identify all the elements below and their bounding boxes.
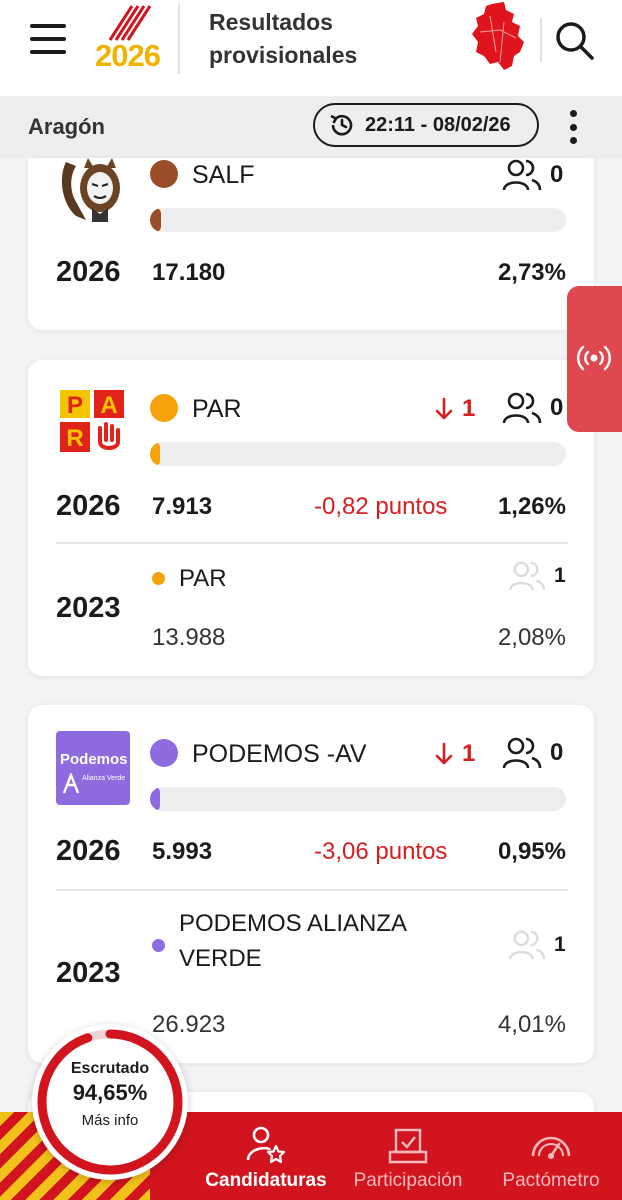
previous-seats: 1 xyxy=(508,560,566,592)
people-icon xyxy=(508,930,546,960)
header-divider-2 xyxy=(540,18,542,62)
party-color-dot xyxy=(152,939,165,952)
region-name: Aragón xyxy=(28,114,105,139)
party-name: PODEMOS -AV xyxy=(192,740,367,768)
scrutiny-badge[interactable]: Escrutado 94,65% Más info xyxy=(32,1024,188,1180)
previous-seats: 1 xyxy=(508,929,566,961)
seats-count: 0 xyxy=(502,391,563,425)
logo-subtitle: Alianza Verde xyxy=(82,775,126,782)
history-icon xyxy=(330,114,353,136)
ballot-box-icon xyxy=(388,1128,428,1164)
svg-text:A: A xyxy=(100,392,117,419)
party-card-par[interactable]: P A R PAR 1 0 2026 7.913 -0,82 puntos 1,… xyxy=(28,360,594,676)
result-year: 2026 xyxy=(56,256,121,288)
live-updates-tab[interactable] xyxy=(567,286,622,432)
aragon-map-icon[interactable] xyxy=(470,2,526,70)
arrow-down-icon xyxy=(435,397,453,420)
previous-year: 2023 xyxy=(56,592,121,624)
vote-bar xyxy=(150,787,566,811)
page-title: Resultados provisionales xyxy=(209,9,358,69)
seat-change: 1 xyxy=(434,395,475,423)
arrow-down-icon xyxy=(435,742,453,765)
svg-text:R: R xyxy=(66,425,83,452)
party-name: PAR xyxy=(192,395,242,423)
vote-count: 7.913 xyxy=(152,493,213,520)
candidates-icon xyxy=(246,1126,286,1164)
party-color-dot xyxy=(150,739,178,767)
nav-candidaturas[interactable]: Candidaturas xyxy=(202,1112,330,1200)
divider xyxy=(56,889,568,891)
header-divider xyxy=(178,4,180,74)
vote-percent: 1,26% xyxy=(497,493,566,520)
vote-percent: 0,95% xyxy=(497,838,566,865)
previous-percent: 2,08% xyxy=(497,624,566,651)
vote-bar xyxy=(150,442,566,466)
people-icon xyxy=(508,561,546,591)
party-logo-podemos: Podemos Alianza Verde xyxy=(56,731,130,805)
vote-percent: 2,73% xyxy=(497,259,566,286)
gauge-icon xyxy=(531,1136,571,1159)
logo-year: 2026 xyxy=(95,38,161,73)
vote-bar-fill xyxy=(150,787,160,811)
people-icon xyxy=(502,159,542,191)
top-bar: 2026 Resultados provisionales xyxy=(0,0,622,96)
timestamp-selector[interactable]: 22:11 - 08/02/26 xyxy=(313,103,539,147)
previous-percent: 4,01% xyxy=(497,1011,566,1038)
party-name: SALF xyxy=(192,161,255,189)
people-icon xyxy=(502,392,542,424)
scrutiny-percent: 94,65% xyxy=(72,1080,148,1105)
logo-text: Podemos xyxy=(60,751,128,768)
party-card-podemos[interactable]: Podemos Alianza Verde PODEMOS -AV 1 0 20… xyxy=(28,705,594,1063)
vote-count: 17.180 xyxy=(152,259,226,286)
previous-year: 2023 xyxy=(56,957,121,989)
divider xyxy=(56,542,568,544)
result-year: 2026 xyxy=(56,490,121,522)
seats-count: 0 xyxy=(502,158,563,192)
search-icon[interactable] xyxy=(552,18,596,62)
party-color-dot xyxy=(150,160,178,188)
party-logo-par: P A R xyxy=(56,384,130,458)
more-options-icon[interactable] xyxy=(566,110,580,144)
seats-count: 0 xyxy=(502,736,563,770)
svg-text:P: P xyxy=(67,392,83,419)
party-card-salf[interactable]: SALF 0 2026 17.180 2,73% xyxy=(28,158,594,330)
result-year: 2026 xyxy=(56,835,121,867)
region-bar: Aragón 22:11 - 08/02/26 xyxy=(0,96,622,158)
scrutiny-title: Escrutado xyxy=(70,1060,150,1077)
party-color-dot xyxy=(150,394,178,422)
party-logo-salf xyxy=(56,158,130,226)
nav-label: Participación xyxy=(353,1170,463,1191)
vote-bar-fill xyxy=(150,208,162,232)
previous-party-name: PODEMOS ALIANZA VERDE xyxy=(179,910,406,972)
vote-bar-fill xyxy=(150,442,160,466)
nav-pactometro[interactable]: Pactómetro xyxy=(492,1112,610,1200)
more-info-link[interactable]: Más info xyxy=(32,1112,188,1129)
seat-change: 1 xyxy=(434,740,475,768)
live-broadcast-icon xyxy=(577,345,611,371)
percent-diff: -3,06 puntos xyxy=(314,838,448,865)
party-color-dot xyxy=(152,572,165,585)
previous-party-name: PAR xyxy=(179,565,227,592)
timestamp-text: 22:11 - 08/02/26 xyxy=(365,113,511,136)
vote-bar xyxy=(150,208,566,232)
vote-count: 5.993 xyxy=(152,838,213,865)
nav-label: Candidaturas xyxy=(205,1170,327,1191)
previous-votes: 13.988 xyxy=(152,624,226,651)
people-icon xyxy=(502,737,542,769)
percent-diff: -0,82 puntos xyxy=(314,493,448,520)
nav-label: Pactómetro xyxy=(502,1170,600,1191)
nav-participacion[interactable]: Participación xyxy=(344,1112,472,1200)
hamburger-menu-icon[interactable] xyxy=(30,24,66,54)
